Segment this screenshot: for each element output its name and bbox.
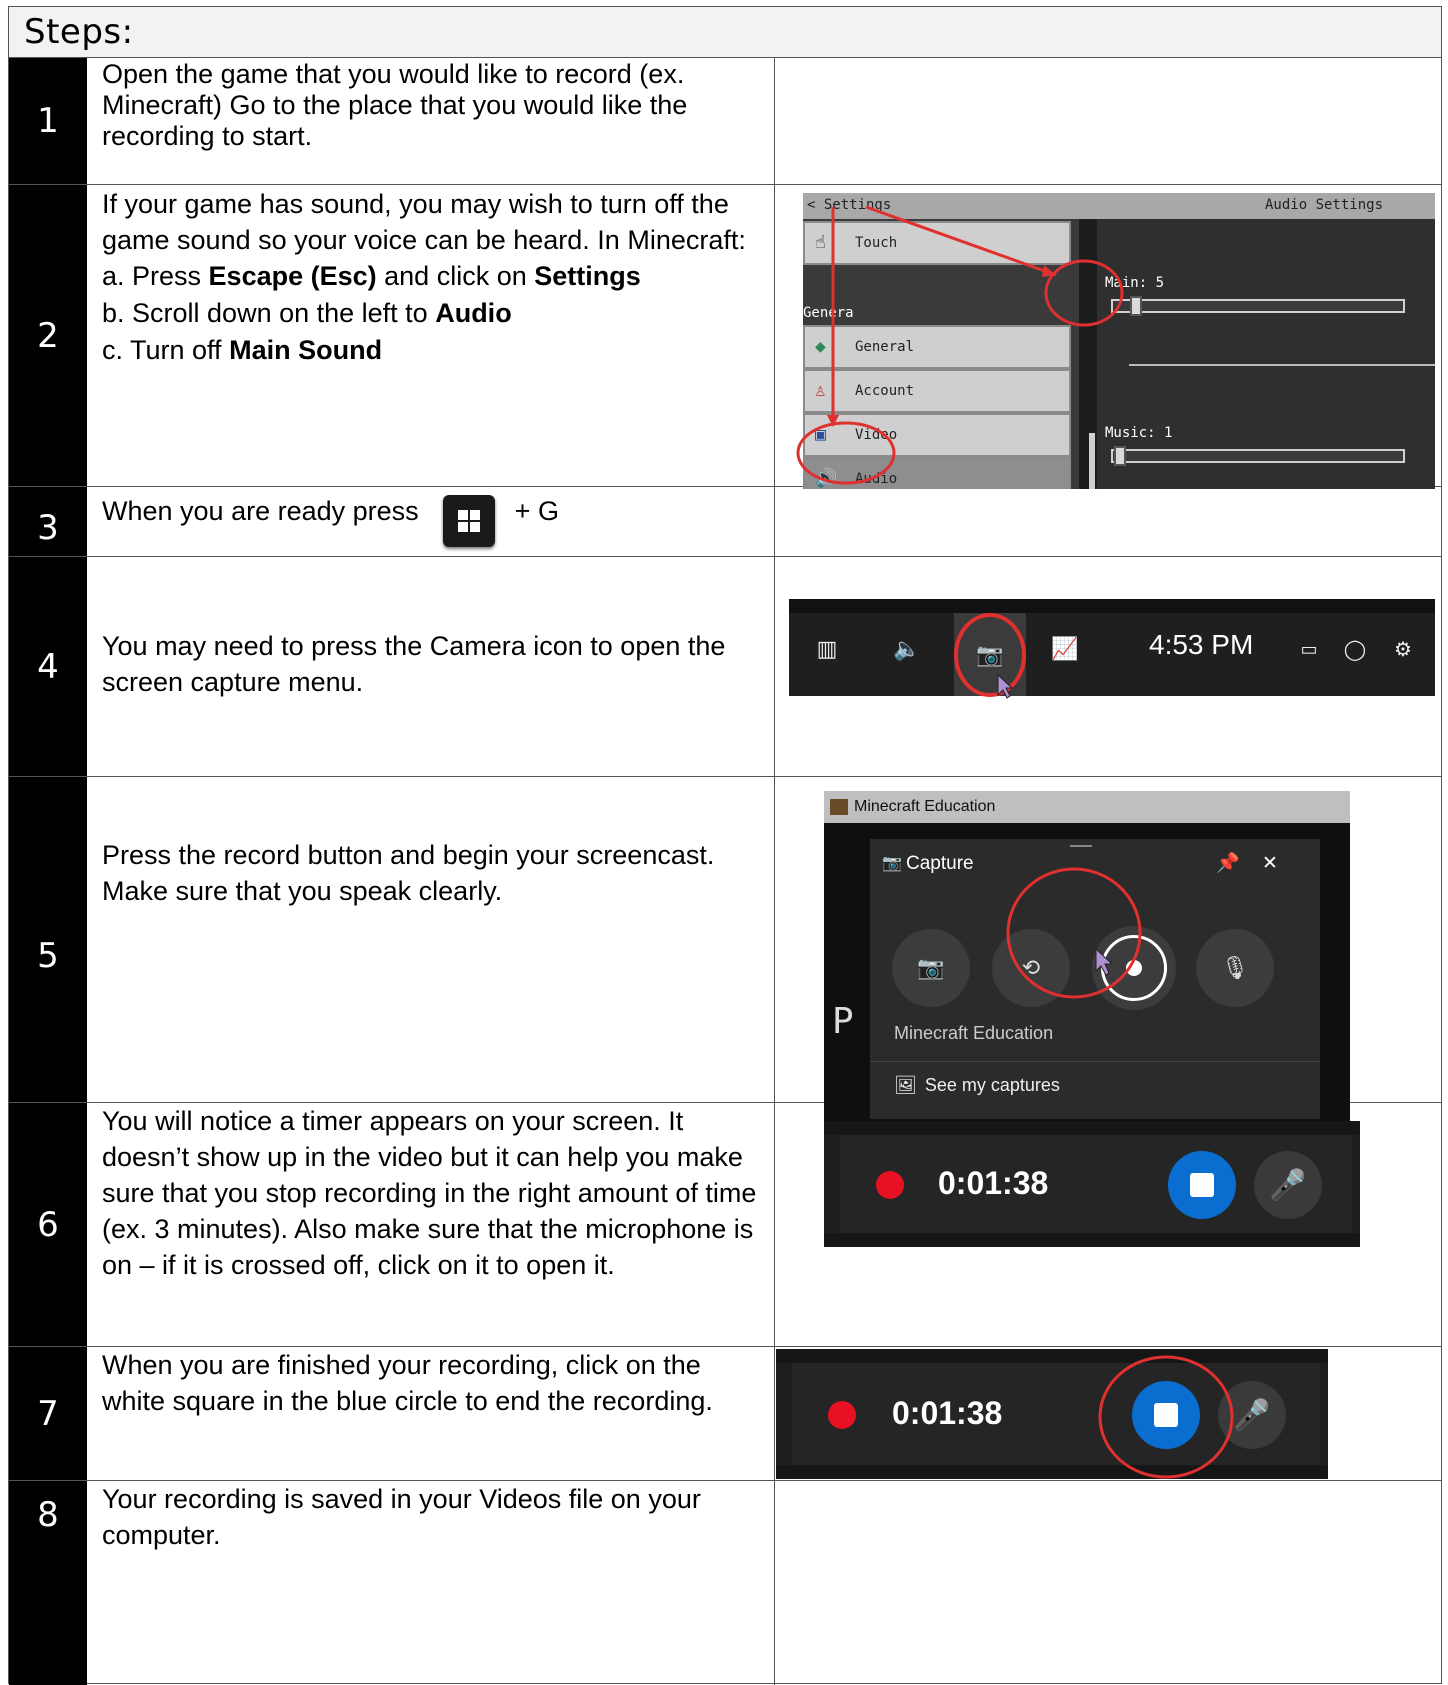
annotation-overlay — [1006, 867, 1142, 999]
recording-timer-screenshot: 0:01:38 🎤 — [824, 1121, 1360, 1247]
step-number: 4 — [9, 557, 87, 776]
step-7-text: When you are finished your recording, cl… — [102, 1350, 713, 1416]
step-2-b: b. Scroll down on the left to Audio — [102, 295, 766, 332]
step-text: When you are finished your recording, cl… — [87, 1347, 775, 1480]
steps-table: Steps: 1 Open the game that you would li… — [8, 6, 1442, 1685]
timer-bar: 0:01:38 🎤 — [840, 1135, 1352, 1233]
step-row-1: 1 Open the game that you would like to r… — [9, 58, 1441, 185]
step-5-text: Press the record button and begin your s… — [102, 840, 715, 906]
stop-icon — [1190, 1173, 1214, 1197]
step-text: Open the game that you would like to rec… — [87, 58, 775, 184]
step-image: 0:01:38 🎤 — [776, 1103, 1441, 1346]
step-6-text: You will notice a timer appears on your … — [102, 1106, 757, 1280]
step-2-c-pre: c. Turn off — [102, 335, 230, 365]
step-image: ▥ 🔈 📷 📈 4:53 PM ▭ ◯ ⚙ — [776, 557, 1441, 776]
step-number: 7 — [9, 1347, 87, 1480]
step-row-3: 3 When you are ready press + G — [9, 487, 1441, 557]
step-text: When you are ready press + G — [87, 487, 775, 556]
step-row-4: 4 You may need to press the Camera icon … — [9, 557, 1441, 777]
annotation-overlay — [796, 205, 1124, 485]
step-image-empty — [776, 58, 1441, 184]
step-image-empty — [776, 487, 1441, 556]
step-text: You will notice a timer appears on your … — [87, 1103, 775, 1346]
recording-dot-icon — [876, 1171, 904, 1199]
step-text: Your recording is saved in your Videos f… — [87, 1481, 775, 1685]
step-2-a-mid: and click on — [376, 261, 535, 291]
stop-recording-button[interactable] — [1168, 1151, 1236, 1219]
step-number: 6 — [9, 1103, 87, 1346]
step-2-intro: If your game has sound, you may wish to … — [102, 189, 746, 255]
annotation-overlay — [954, 613, 1026, 699]
step-row-7: 7 When you are finished your recording, … — [9, 1347, 1441, 1481]
step-number: 8 — [9, 1481, 87, 1685]
microphone-icon: 🎤 — [1269, 1168, 1307, 1202]
step-number: 2 — [9, 185, 87, 486]
step-row-5: 5 Press the record button and begin your… — [9, 777, 1441, 1125]
step-row-2: 2 If your game has sound, you may wish t… — [9, 185, 1441, 489]
step-3-post: + G — [514, 496, 559, 527]
elapsed-time: 0:01:38 — [938, 1165, 1049, 1201]
step-number: 1 — [9, 58, 87, 184]
page-title: Steps: — [9, 7, 1441, 58]
step-8-text: Your recording is saved in your Videos f… — [102, 1484, 701, 1550]
step-text: If your game has sound, you may wish to … — [87, 185, 775, 486]
step-2-a-bold2: Settings — [534, 261, 641, 291]
step-number: 3 — [9, 487, 87, 556]
annotation-overlay — [1098, 1355, 1234, 1479]
step-2-a-bold1: Escape (Esc) — [208, 261, 377, 291]
step-image: 0:01:38 🎤 — [776, 1347, 1441, 1480]
step-2-b-pre: b. Scroll down on the left to — [102, 298, 436, 328]
step-4-text: You may need to press the Camera icon to… — [102, 630, 726, 697]
step-2-a: a. Press Escape (Esc) and click on Setti… — [102, 258, 766, 295]
step-text: You may need to press the Camera icon to… — [87, 557, 775, 776]
windows-key-icon — [442, 495, 495, 547]
step-2-c: c. Turn off Main Sound — [102, 332, 766, 369]
step-image-empty — [776, 1481, 1441, 1685]
mic-button[interactable]: 🎤 — [1254, 1151, 1322, 1219]
step-2-a-pre: a. Press — [102, 261, 209, 291]
taskbar-strip — [824, 1233, 1360, 1247]
step-2-b-bold: Audio — [435, 298, 512, 328]
step-1-text: Open the game that you would like to rec… — [102, 59, 688, 151]
step-image: < Settings Audio Settings ☝ Touch Genera… — [776, 185, 1441, 489]
step-row-8: 8 Your recording is saved in your Videos… — [9, 1481, 1441, 1685]
step-number: 5 — [9, 777, 87, 1102]
step-image: Minecraft Education P 📷 Capture 📌 ✕ 📷 ⟲ — [776, 777, 1441, 1125]
step-3-pre: When you are ready press — [102, 496, 419, 527]
step-2-c-bold: Main Sound — [229, 335, 383, 365]
step-text: Press the record button and begin your s… — [87, 777, 775, 1102]
step-row-6: 6 You will notice a timer appears on you… — [9, 1103, 1441, 1347]
taskbar-strip — [824, 1121, 1360, 1135]
